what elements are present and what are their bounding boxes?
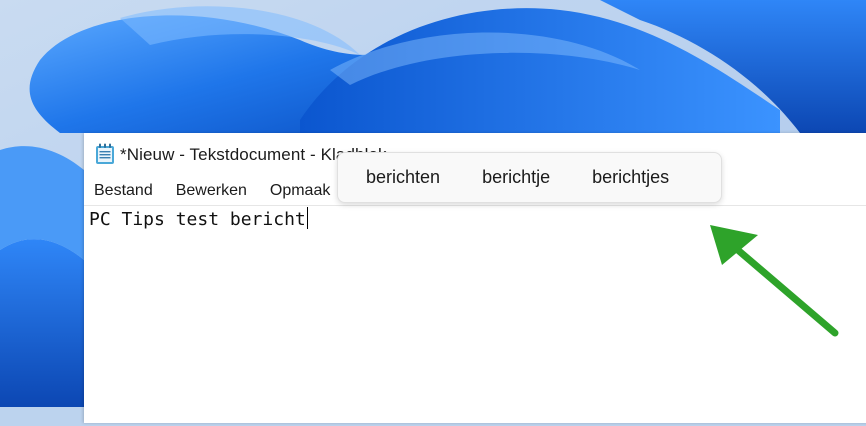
suggestion-berichten[interactable]: berichten bbox=[350, 161, 456, 194]
editor-text-line: PC Tips test bericht bbox=[89, 207, 308, 233]
editor-text: PC Tips test bericht bbox=[89, 209, 306, 230]
text-suggestions-popup: berichten berichtje berichtjes bbox=[337, 152, 722, 203]
green-arrow-icon bbox=[710, 225, 839, 337]
notepad-icon bbox=[96, 143, 114, 164]
menu-item-bestand[interactable]: Bestand bbox=[94, 182, 153, 200]
suggestion-berichtje[interactable]: berichtje bbox=[466, 161, 566, 194]
text-caret bbox=[306, 207, 308, 229]
menu-item-bewerken[interactable]: Bewerken bbox=[176, 182, 247, 200]
suggestion-berichtjes[interactable]: berichtjes bbox=[576, 161, 685, 194]
menu-item-opmaak[interactable]: Opmaak bbox=[270, 182, 330, 200]
